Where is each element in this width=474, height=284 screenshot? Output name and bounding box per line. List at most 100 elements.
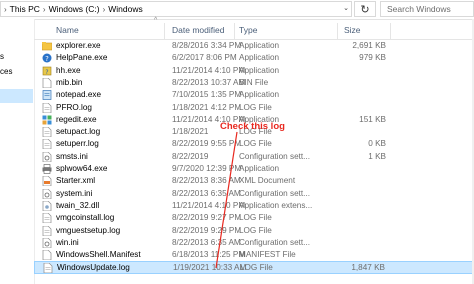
file-row[interactable]: splwow64.exe 9/7/2020 12:39 PM Application bbox=[34, 163, 474, 175]
text-file-icon bbox=[42, 127, 52, 138]
column-divider[interactable] bbox=[337, 23, 338, 39]
file-row[interactable]: Starter.xml 8/22/2013 8:36 AM XML Document bbox=[34, 175, 474, 187]
file-date-modified: 8/22/2013 10:37 AM bbox=[172, 77, 246, 87]
file-row[interactable]: setuperr.log 8/22/2019 9:55 PM LOG File 0 K… bbox=[34, 138, 474, 150]
file-name: smsts.ini bbox=[56, 151, 88, 161]
address-bar: › This PC › Windows (C:) › Windows ⌄ ↻ S… bbox=[0, 0, 474, 20]
help-book-icon: ? bbox=[42, 66, 52, 76]
printer-icon bbox=[42, 164, 52, 174]
file-row[interactable]: system.ini 8/22/2013 6:35 AM Configuration… bbox=[34, 188, 474, 200]
navigation-pane[interactable]: s ces bbox=[0, 19, 35, 284]
file-size: 0 KB bbox=[368, 139, 386, 149]
column-header-name[interactable]: Name bbox=[56, 25, 79, 35]
file-name: notepad.exe bbox=[56, 90, 102, 100]
breadcrumb-windows-drive[interactable]: Windows (C:) bbox=[49, 4, 100, 14]
breadcrumb-this-pc[interactable]: This PC bbox=[10, 4, 40, 14]
breadcrumb[interactable]: › This PC › Windows (C:) › Windows ⌄ bbox=[0, 1, 352, 17]
refresh-button[interactable]: ↻ bbox=[354, 1, 376, 17]
column-divider[interactable] bbox=[164, 23, 165, 39]
text-file-icon bbox=[42, 213, 52, 224]
file-date-modified: 6/2/2017 8:06 PM bbox=[172, 53, 237, 63]
column-header-type[interactable]: Type bbox=[239, 25, 257, 35]
file-type: LOG File bbox=[239, 213, 272, 223]
file-type: Application bbox=[239, 164, 280, 173]
file-date-modified: 7/10/2015 1:35 PM bbox=[172, 90, 242, 100]
search-input[interactable]: Search Windows bbox=[380, 1, 474, 17]
breadcrumb-windows-folder[interactable]: Windows bbox=[108, 4, 142, 14]
file-date-modified: 9/7/2020 12:39 PM bbox=[172, 164, 242, 173]
file-name: explorer.exe bbox=[56, 41, 101, 50]
file-date-modified: 1/18/2021 4:12 PM bbox=[172, 102, 242, 112]
file-row-selected[interactable]: WindowsUpdate.log 1/19/2021 10:33 AM LOG F… bbox=[34, 261, 474, 274]
file-row[interactable]: notepad.exe 7/10/2015 1:35 PM Application bbox=[34, 89, 474, 101]
chevron-right-icon[interactable]: › bbox=[43, 5, 46, 14]
nav-item[interactable]: s bbox=[0, 52, 4, 61]
file-row[interactable]: mib.bin 8/22/2013 10:37 AM BIN File bbox=[34, 77, 474, 89]
file-row[interactable]: vmguestsetup.log 8/22/2019 9:29 PM LOG Fil… bbox=[34, 225, 474, 237]
column-divider[interactable] bbox=[390, 23, 391, 39]
file-row[interactable]: smsts.ini 8/22/2019 Configuration sett... 1… bbox=[34, 151, 474, 163]
file-name: regedit.exe bbox=[56, 114, 97, 124]
column-divider[interactable] bbox=[234, 23, 235, 39]
file-type: Application extens... bbox=[239, 200, 313, 210]
file-type: BIN File bbox=[239, 77, 269, 87]
file-name: system.ini bbox=[56, 188, 93, 198]
chevron-right-icon[interactable]: › bbox=[103, 5, 106, 14]
file-date-modified: 8/22/2019 9:27 PM bbox=[172, 213, 242, 223]
file-name: vmguestsetup.log bbox=[56, 225, 121, 235]
file-name: twain_32.dll bbox=[56, 200, 100, 210]
annotation-label: Check this log bbox=[220, 121, 285, 132]
file-name: HelpPane.exe bbox=[56, 53, 108, 63]
dll-file-icon bbox=[42, 200, 52, 211]
file-size: 2,691 KB bbox=[352, 41, 386, 50]
file-name: WindowsUpdate.log bbox=[57, 263, 130, 273]
file-row[interactable]: twain_32.dll 11/21/2014 4:10 PM Applicatio… bbox=[34, 200, 474, 212]
file-date-modified: 8/22/2013 6:35 AM bbox=[172, 188, 241, 198]
file-row[interactable]: ? hh.exe 11/21/2014 4:10 PM Application bbox=[34, 65, 474, 77]
file-type: MANIFEST File bbox=[239, 250, 296, 260]
file-name: setupact.log bbox=[56, 127, 101, 137]
file-type: Application bbox=[239, 53, 280, 63]
file-row[interactable]: win.ini 8/22/2013 6:35 AM Configuration se… bbox=[34, 237, 474, 249]
file-row[interactable]: ? HelpPane.exe 6/2/2017 8:06 PM Application… bbox=[34, 52, 474, 64]
settings-file-icon bbox=[42, 237, 52, 248]
file-size: 979 KB bbox=[359, 53, 386, 63]
file-row[interactable]: PFRO.log 1/18/2021 4:12 PM LOG File bbox=[34, 102, 474, 114]
refresh-icon: ↻ bbox=[360, 3, 370, 16]
registry-icon bbox=[42, 115, 52, 125]
notepad-icon bbox=[42, 90, 52, 101]
column-header-size[interactable]: Size bbox=[344, 25, 361, 35]
settings-file-icon bbox=[42, 188, 52, 199]
file-date-modified: 8/22/2019 bbox=[172, 151, 209, 161]
file-row[interactable]: WindowsShell.Manifest 6/18/2013 11:25 PM M… bbox=[34, 249, 474, 261]
file-size: 1 KB bbox=[368, 151, 386, 161]
file-type: Configuration sett... bbox=[239, 188, 310, 198]
file-name: PFRO.log bbox=[56, 102, 92, 112]
xml-file-icon bbox=[42, 176, 52, 187]
column-header-date[interactable]: Date modified bbox=[172, 25, 224, 35]
file-type: Application bbox=[239, 41, 280, 50]
file-type: Configuration sett... bbox=[239, 237, 310, 247]
sort-up-icon: ^ bbox=[154, 17, 158, 24]
file-date-modified: 11/21/2014 4:10 PM bbox=[172, 65, 246, 75]
file-type: Application bbox=[239, 90, 280, 100]
nav-item[interactable]: ces bbox=[0, 67, 12, 76]
text-file-icon bbox=[42, 102, 52, 113]
file-date-modified: 1/18/2021 bbox=[172, 127, 209, 137]
file-date-modified: 8/22/2013 6:35 AM bbox=[172, 237, 241, 247]
svg-text:?: ? bbox=[45, 55, 49, 63]
file-name: mib.bin bbox=[56, 77, 83, 87]
file-name: vmgcoinstall.log bbox=[56, 213, 115, 223]
chevron-right-icon: › bbox=[4, 4, 7, 14]
file-date-modified: 11/21/2014 4:10 PM bbox=[172, 200, 246, 210]
file-row[interactable]: vmgcoinstall.log 8/22/2019 9:27 PM LOG Fil… bbox=[34, 212, 474, 224]
nav-item-selected[interactable] bbox=[0, 89, 33, 103]
file-type: XML Document bbox=[239, 176, 296, 186]
file-name: Starter.xml bbox=[56, 176, 96, 186]
file-type: LOG File bbox=[239, 225, 272, 235]
text-file-icon bbox=[42, 225, 52, 236]
file-date-modified: 8/22/2019 9:29 PM bbox=[172, 225, 242, 235]
help-icon: ? bbox=[42, 53, 52, 63]
chevron-down-icon[interactable]: ⌄ bbox=[343, 4, 349, 12]
file-row[interactable]: explorer.exe 8/28/2016 3:34 PM Application… bbox=[34, 40, 474, 52]
